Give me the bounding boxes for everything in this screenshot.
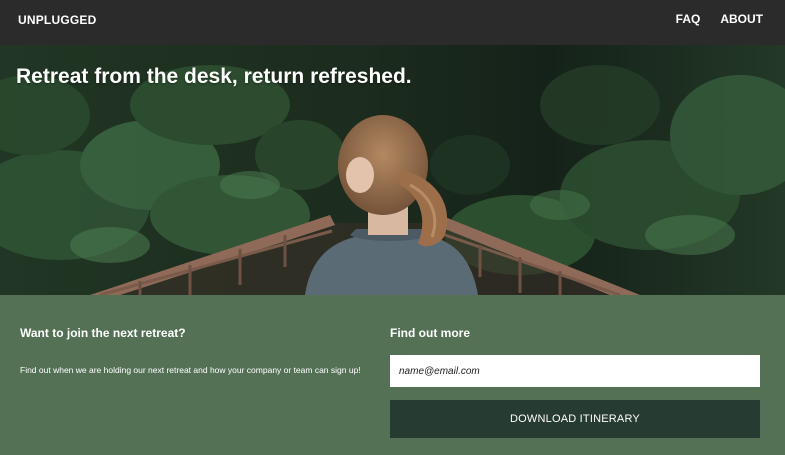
- signup-section: Want to join the next retreat? Find out …: [0, 295, 785, 455]
- top-navbar: UNPLUGGED FAQ ABOUT: [0, 0, 785, 45]
- email-input[interactable]: [390, 355, 760, 387]
- retreat-info: Want to join the next retreat? Find out …: [20, 326, 370, 376]
- find-out-more-title: Find out more: [390, 326, 470, 340]
- hero-banner: Retreat from the desk, return refreshed.: [0, 45, 785, 295]
- hero-headline: Retreat from the desk, return refreshed.: [16, 65, 412, 88]
- nav-link-about[interactable]: ABOUT: [720, 12, 763, 26]
- download-itinerary-button[interactable]: DOWNLOAD ITINERARY: [390, 400, 760, 438]
- brand-logo[interactable]: UNPLUGGED: [18, 13, 96, 27]
- nav-links: FAQ ABOUT: [676, 12, 763, 26]
- retreat-description: Find out when we are holding our next re…: [20, 365, 361, 375]
- nav-link-faq[interactable]: FAQ: [676, 12, 701, 26]
- retreat-title: Want to join the next retreat?: [20, 326, 186, 340]
- find-out-more: Find out more DOWNLOAD ITINERARY: [390, 326, 760, 438]
